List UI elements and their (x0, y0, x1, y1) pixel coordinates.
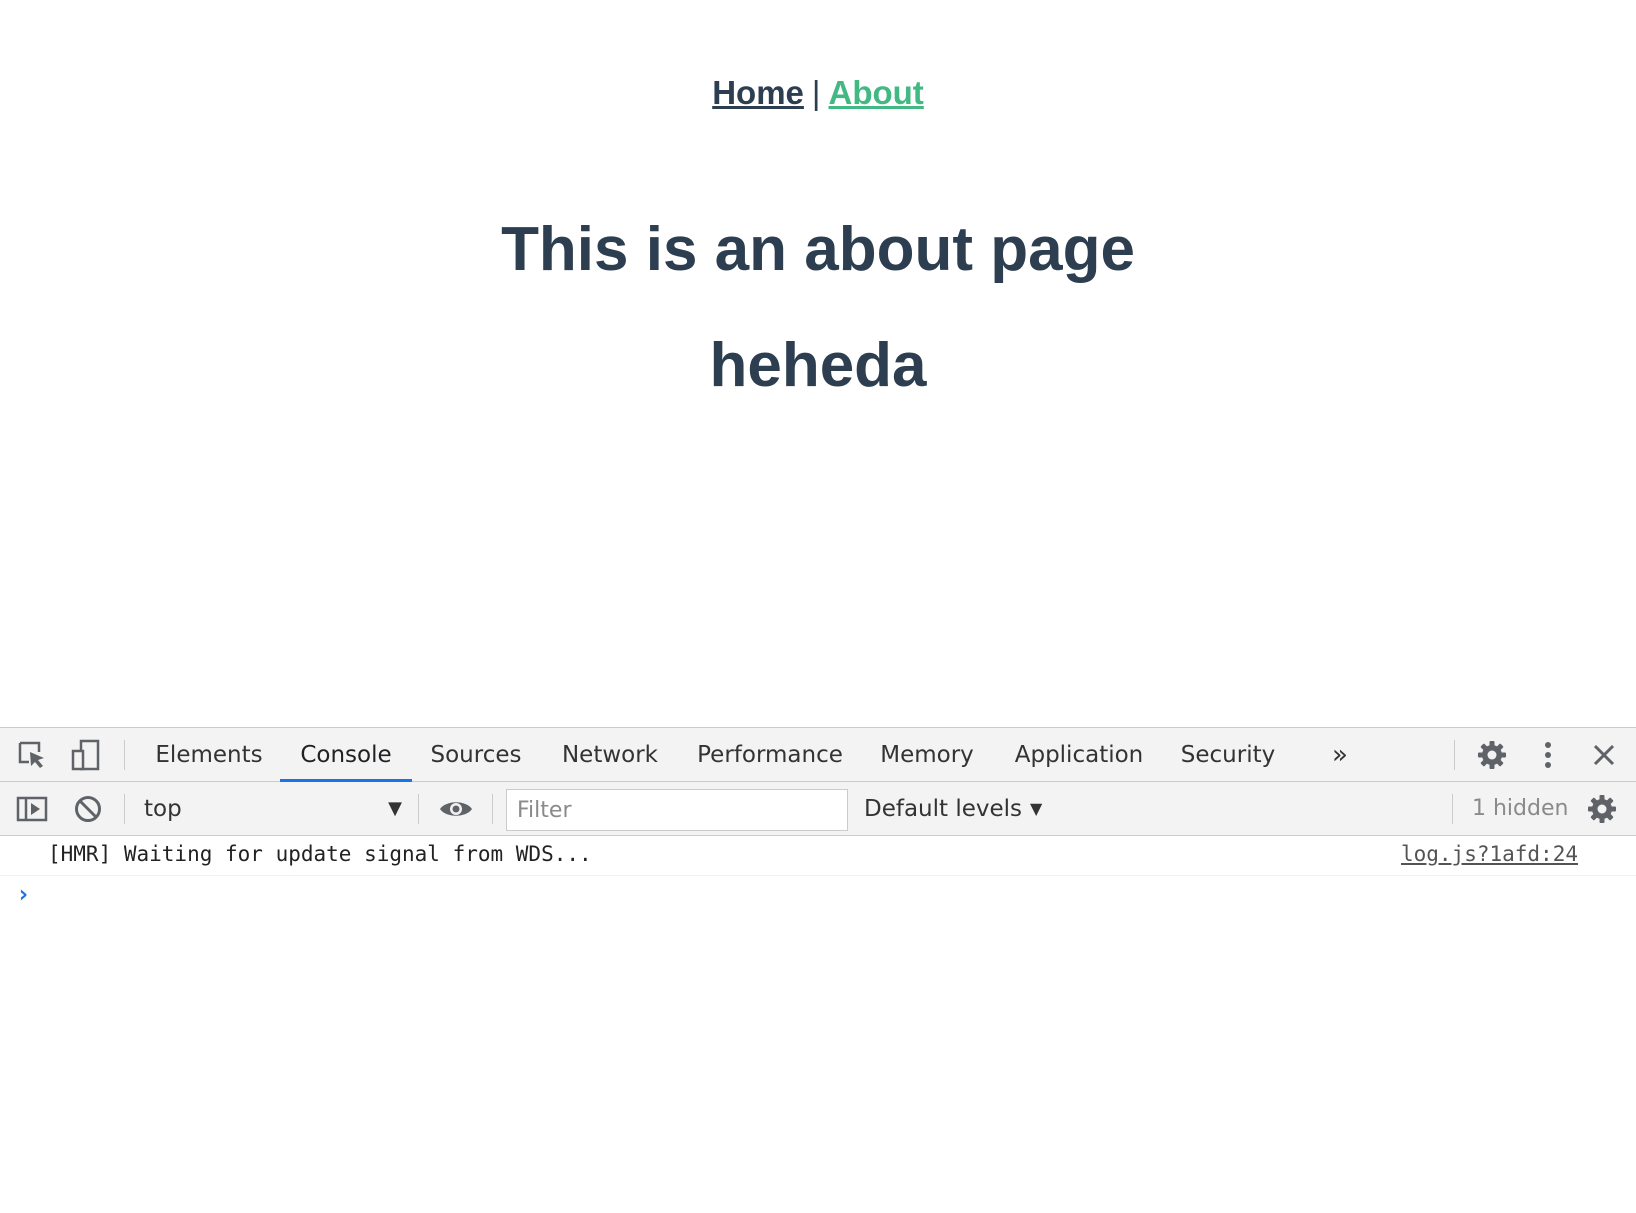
context-selector[interactable]: top ▼ (136, 790, 408, 828)
toolbar-divider (1452, 794, 1453, 824)
show-sidebar-icon[interactable] (14, 792, 50, 826)
console-message-row: [HMR] Waiting for update signal from WDS… (0, 836, 1636, 876)
tab-application[interactable]: Application (1008, 728, 1150, 782)
device-toolbar-icon[interactable] (68, 738, 104, 772)
tab-sources-label: Sources (430, 742, 522, 768)
tab-security[interactable]: Security (1176, 728, 1280, 782)
tab-console-label: Console (300, 742, 392, 768)
clear-console-icon[interactable] (70, 792, 106, 826)
console-message-text: [HMR] Waiting for update signal from WDS… (48, 842, 592, 866)
console-toolbar: top ▼ Default levels ▼ 1 hidden (0, 782, 1636, 836)
tab-performance-label: Performance (697, 742, 843, 768)
tab-performance[interactable]: Performance (690, 728, 850, 782)
tab-application-label: Application (1014, 742, 1144, 768)
tab-network[interactable]: Network (552, 728, 668, 782)
dropdown-arrow-icon: ▼ (388, 798, 402, 819)
nav-separator: | (811, 74, 821, 111)
nav-link-home[interactable]: Home (712, 74, 804, 111)
toolbar-divider (418, 794, 419, 824)
page-subheading: heheda (709, 331, 927, 400)
tab-elements-label: Elements (155, 742, 263, 768)
settings-gear-icon[interactable] (1474, 737, 1510, 773)
hidden-messages-count: 1 hidden (1472, 796, 1569, 821)
devtools-panel: Elements Console Sources Network Perform… (0, 727, 1636, 1213)
kebab-menu-icon[interactable] (1530, 737, 1566, 773)
tab-network-label: Network (561, 742, 659, 768)
tab-memory-label: Memory (880, 742, 974, 768)
live-expression-eye-icon[interactable] (436, 792, 476, 826)
toolbar-divider (492, 794, 493, 824)
context-value: top (144, 796, 182, 822)
console-output[interactable]: [HMR] Waiting for update signal from WDS… (0, 836, 1636, 1213)
top-nav: Home | About (0, 74, 1636, 112)
tab-security-label: Security (1180, 742, 1276, 768)
dropdown-arrow-icon: ▼ (1030, 799, 1043, 818)
toolbar-divider (1454, 740, 1455, 770)
page-heading: This is an about page (501, 215, 1135, 284)
toolbar-divider (124, 740, 125, 770)
app-page: Home | About This is an about page heheda (0, 0, 1636, 727)
toolbar-divider (124, 794, 125, 824)
tab-memory[interactable]: Memory (872, 728, 982, 782)
chevron-double-right-icon[interactable]: » (1322, 738, 1358, 772)
inspect-element-icon[interactable] (14, 738, 50, 772)
log-levels-label: Default levels (864, 796, 1023, 822)
log-levels-dropdown[interactable]: Default levels ▼ (864, 790, 1042, 828)
filter-input[interactable] (506, 789, 848, 831)
console-message-source-link[interactable]: log.js?1afd:24 (1401, 842, 1578, 866)
tab-console[interactable]: Console (280, 728, 412, 782)
tab-elements[interactable]: Elements (140, 728, 278, 782)
console-settings-gear-icon[interactable] (1584, 791, 1620, 827)
close-icon[interactable] (1586, 737, 1622, 773)
tab-sources[interactable]: Sources (420, 728, 532, 782)
nav-link-about[interactable]: About (828, 74, 923, 111)
console-prompt-chevron-icon[interactable]: › (16, 880, 30, 908)
devtools-tabbar: Elements Console Sources Network Perform… (0, 728, 1636, 782)
